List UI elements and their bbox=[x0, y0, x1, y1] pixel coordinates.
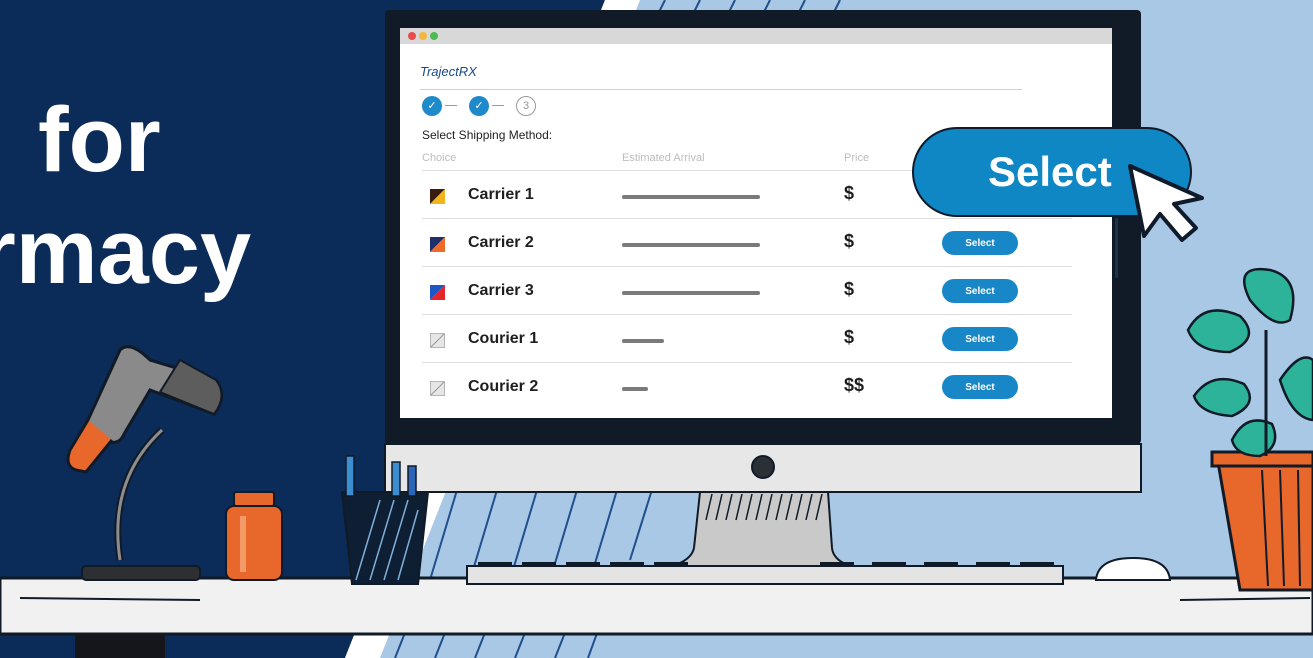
headline-line-2: rmacy bbox=[0, 201, 252, 303]
headline-line-1: for bbox=[38, 89, 161, 191]
table-row: Courier 2 $$ Select bbox=[422, 363, 1072, 411]
step-2-check-icon: ✓ bbox=[469, 96, 489, 116]
close-window-button[interactable] bbox=[408, 32, 416, 40]
select-button[interactable]: Select bbox=[942, 231, 1018, 255]
scrollbar[interactable] bbox=[1115, 218, 1118, 278]
courier-swatch-icon bbox=[430, 381, 445, 396]
carrier-name: Courier 1 bbox=[468, 330, 539, 347]
brand-logo: TrajectRX bbox=[420, 64, 477, 79]
courier-swatch-icon bbox=[430, 333, 445, 348]
headline: for rmacy bbox=[0, 0, 420, 658]
step-3-indicator: 3 bbox=[516, 96, 536, 116]
price: $ bbox=[844, 231, 855, 251]
step-connector bbox=[492, 105, 504, 106]
carrier-swatch-icon bbox=[430, 237, 445, 252]
maximize-window-button[interactable] bbox=[430, 32, 438, 40]
carrier-name: Carrier 2 bbox=[468, 234, 534, 251]
app-window: TrajectRX ✓ ✓ 3 Select Shipping Method: … bbox=[400, 28, 1118, 418]
estimated-arrival-bar bbox=[622, 387, 648, 391]
section-title: Select Shipping Method: bbox=[422, 128, 553, 142]
carrier-swatch-icon bbox=[430, 189, 445, 204]
estimated-arrival-bar bbox=[622, 195, 760, 199]
table-row: Carrier 3 $ Select bbox=[422, 267, 1072, 315]
select-button[interactable]: Select bbox=[942, 279, 1018, 303]
carrier-swatch-icon bbox=[430, 285, 445, 300]
estimated-arrival-bar bbox=[622, 291, 760, 295]
carrier-name: Carrier 3 bbox=[468, 282, 534, 299]
carrier-name: Carrier 1 bbox=[468, 186, 534, 203]
select-button[interactable]: Select bbox=[942, 327, 1018, 351]
price: $ bbox=[844, 279, 855, 299]
keyboard bbox=[466, 562, 1064, 585]
table-row: Carrier 2 $ Select bbox=[422, 219, 1072, 267]
carrier-name: Courier 2 bbox=[468, 378, 539, 395]
column-header-estimated-arrival: Estimated Arrival bbox=[622, 152, 705, 164]
table-row: Courier 1 $ Select bbox=[422, 315, 1072, 363]
price: $$ bbox=[844, 375, 865, 395]
price: $ bbox=[844, 183, 855, 203]
select-button[interactable]: Select bbox=[942, 375, 1018, 399]
step-1-check-icon: ✓ bbox=[422, 96, 442, 116]
estimated-arrival-bar bbox=[622, 339, 664, 343]
column-header-price: Price bbox=[844, 152, 870, 164]
column-header-choice: Choice bbox=[422, 152, 457, 164]
window-titlebar bbox=[400, 28, 1112, 44]
step-connector bbox=[445, 105, 457, 106]
arrow-cursor-icon bbox=[1128, 164, 1204, 242]
estimated-arrival-bar bbox=[622, 243, 760, 247]
price: $ bbox=[844, 327, 855, 347]
header-divider bbox=[420, 89, 1022, 90]
minimize-window-button[interactable] bbox=[419, 32, 427, 40]
